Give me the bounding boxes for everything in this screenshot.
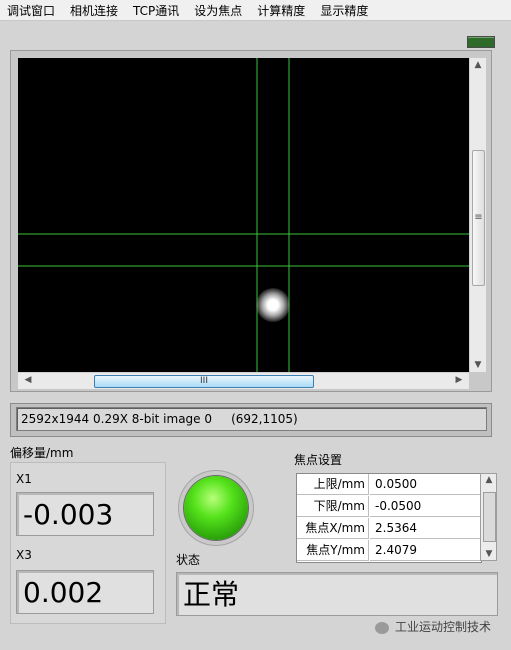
- table-scroll-down-icon[interactable]: ▼: [481, 549, 497, 559]
- image-info-text: 2592x1944 0.29X 8-bit image 0 (692,1105): [16, 407, 487, 431]
- scroll-right-icon[interactable]: ▶: [451, 375, 467, 385]
- status-indicator: [178, 470, 254, 546]
- focus-settings-title: 焦点设置: [294, 453, 343, 467]
- vertical-scroll-thumb[interactable]: ≡: [472, 150, 485, 286]
- scroll-up-icon[interactable]: ▲: [470, 60, 486, 70]
- table-scroll-up-icon[interactable]: ▲: [481, 475, 497, 485]
- table-row: 焦点Y/mm 2.4079: [297, 540, 481, 562]
- row-label: 下限/mm: [297, 496, 369, 517]
- menu-set-focus[interactable]: 设为焦点: [187, 2, 250, 19]
- menu-display-precision[interactable]: 显示精度: [313, 2, 376, 19]
- focus-settings-table: 上限/mm 0.0500 下限/mm -0.0500 焦点X/mm 2.5364…: [296, 473, 482, 563]
- table-scrollbar[interactable]: ▲ ▼: [480, 473, 497, 561]
- lower-limit-field[interactable]: -0.0500: [370, 496, 481, 517]
- table-row: 焦点X/mm 2.5364: [297, 518, 481, 540]
- focus-x-field[interactable]: 2.5364: [370, 518, 481, 539]
- table-scroll-thumb[interactable]: [483, 492, 496, 542]
- table-row: 下限/mm -0.0500: [297, 496, 481, 518]
- row-label: 焦点X/mm: [297, 518, 369, 539]
- menu-calc-precision[interactable]: 计算精度: [250, 2, 313, 19]
- image-viewer: ▲ ≡ ▼ ◀ III ▶: [10, 50, 492, 392]
- x3-value-display: 0.002: [16, 570, 154, 614]
- status-indicator-light: [184, 476, 248, 540]
- table-row: 上限/mm 0.0500: [297, 474, 481, 496]
- scroll-left-icon[interactable]: ◀: [20, 375, 36, 385]
- image-canvas[interactable]: [18, 58, 469, 372]
- watermark-text: 工业运动控制技术: [395, 620, 492, 634]
- menu-camera-connect[interactable]: 相机连接: [63, 2, 126, 19]
- focus-y-field[interactable]: 2.4079: [370, 540, 481, 561]
- status-value-display: 正常: [176, 572, 498, 616]
- image-info-bar: 2592x1944 0.29X 8-bit image 0 (692,1105): [10, 403, 492, 437]
- crosshair-overlay: [18, 58, 469, 372]
- wechat-icon: [375, 621, 389, 634]
- watermark: 工业运动控制技术: [375, 618, 491, 635]
- upper-limit-field[interactable]: 0.0500: [370, 474, 481, 495]
- x1-value-display: -0.003: [16, 492, 154, 536]
- row-label: 上限/mm: [297, 474, 369, 495]
- vertical-scrollbar[interactable]: ▲ ≡ ▼: [469, 58, 486, 372]
- x3-label: X3: [16, 548, 32, 562]
- offset-title: 偏移量/mm: [10, 446, 74, 460]
- menu-bar: 调试窗口 相机连接 TCP通讯 设为焦点 计算精度 显示精度: [0, 0, 511, 21]
- x1-label: X1: [16, 472, 32, 486]
- laser-spot: [256, 288, 290, 322]
- menu-debug-window[interactable]: 调试窗口: [0, 2, 63, 19]
- horizontal-scrollbar[interactable]: ◀ III ▶: [18, 372, 469, 389]
- menu-tcp[interactable]: TCP通讯: [126, 2, 187, 19]
- connection-led: [467, 36, 495, 48]
- scroll-down-icon[interactable]: ▼: [470, 360, 486, 370]
- horizontal-scroll-thumb[interactable]: III: [94, 375, 314, 388]
- row-label: 焦点Y/mm: [297, 540, 369, 561]
- status-label: 状态: [176, 553, 201, 567]
